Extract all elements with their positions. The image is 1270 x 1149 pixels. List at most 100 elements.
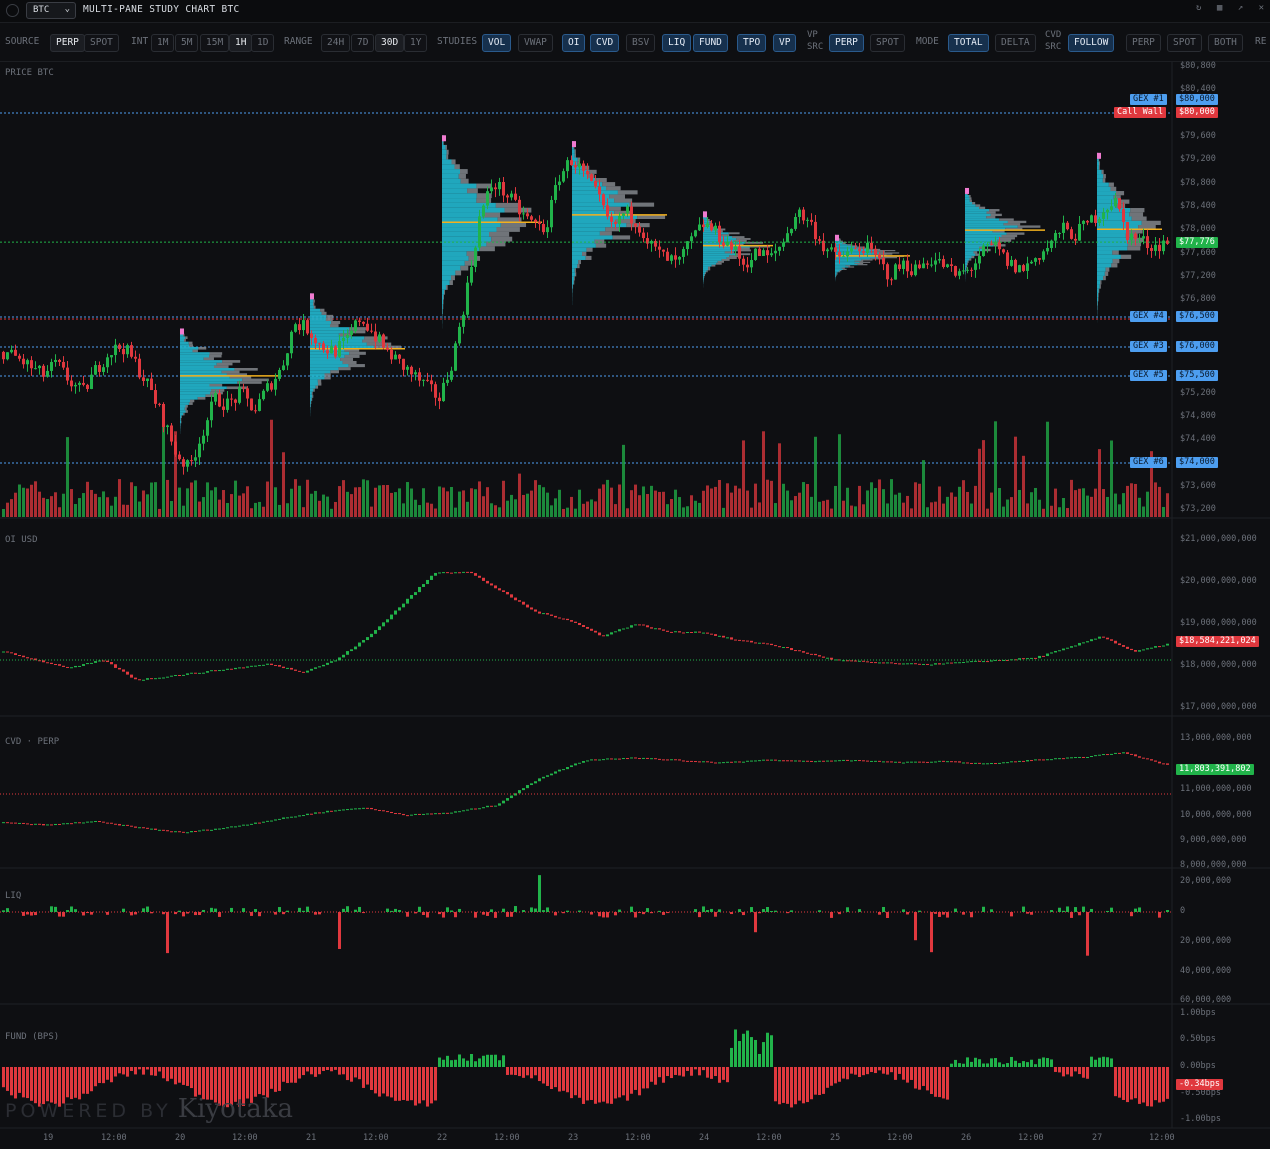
- candle-body: [266, 383, 269, 391]
- funding-bar: [674, 1067, 677, 1075]
- funding-bar: [794, 1067, 797, 1105]
- volume-bar: [682, 507, 685, 517]
- candle-body: [642, 232, 645, 239]
- int-1d-button[interactable]: 1D: [251, 34, 275, 52]
- int-5m-button[interactable]: 5M: [175, 34, 199, 52]
- chart-canvas[interactable]: [0, 0, 1270, 1149]
- volume-profile-bar: [703, 264, 712, 267]
- study-oi-toggle[interactable]: OI: [562, 34, 586, 52]
- cvd-src-both-button[interactable]: BOTH: [1208, 34, 1243, 52]
- volume-profile-bar: [1098, 288, 1100, 293]
- study-vwap-toggle[interactable]: VWAP: [518, 34, 553, 52]
- range-24h-button[interactable]: 24H: [321, 34, 351, 52]
- volume-profile-bar: [572, 272, 575, 277]
- study-bsv-toggle[interactable]: BSV: [626, 34, 656, 52]
- oi-candle: [802, 651, 805, 653]
- layout-icon[interactable]: ▦: [1217, 3, 1222, 13]
- oi-candle: [510, 594, 513, 598]
- int-15m-button[interactable]: 15M: [200, 34, 230, 52]
- funding-bar: [1106, 1057, 1109, 1067]
- oi-candle: [1062, 648, 1065, 651]
- source-perp-button[interactable]: PERP: [50, 34, 85, 52]
- vp-src-perp-button[interactable]: PERP: [829, 34, 864, 52]
- range-1y-button[interactable]: 1Y: [404, 34, 428, 52]
- volume-bar: [426, 502, 429, 517]
- volume-profile-bar: [324, 373, 331, 377]
- cvd-src-spot-button[interactable]: SPOT: [1167, 34, 1202, 52]
- candle-body: [1114, 198, 1117, 207]
- cvd-candle: [1062, 758, 1065, 760]
- symbol-select[interactable]: BTC ⌄: [26, 2, 76, 19]
- volume-bar: [294, 479, 297, 517]
- int-1h-button[interactable]: 1H: [229, 34, 253, 52]
- volume-bar: [490, 503, 493, 517]
- candle-body: [702, 224, 705, 228]
- volume-profile-bar: [442, 164, 455, 170]
- funding-bar: [946, 1067, 949, 1100]
- cvd-candle: [618, 758, 621, 760]
- funding-bar: [1166, 1067, 1169, 1099]
- volume-profile-bar: [594, 239, 605, 244]
- liq-bar: [954, 908, 957, 912]
- liq-bar: [1062, 910, 1065, 912]
- vp-src-spot-button[interactable]: SPOT: [870, 34, 905, 52]
- funding-bar: [462, 1058, 465, 1067]
- volume-profile-bar: [442, 231, 490, 237]
- study-vp-toggle[interactable]: VP: [773, 34, 797, 52]
- volume-profile-bar: [180, 420, 181, 424]
- volume-profile-bar: [211, 389, 225, 392]
- funding-bar: [338, 1067, 341, 1075]
- study-fund-toggle[interactable]: FUND: [693, 34, 728, 52]
- tpo-marker: [180, 328, 184, 335]
- cvd-candle: [6, 822, 9, 824]
- oi-candle: [282, 666, 285, 669]
- oi-candle: [162, 677, 165, 679]
- powered-by-watermark: POWERED BY Kiyotaka: [5, 1094, 293, 1124]
- expand-icon[interactable]: ↗: [1238, 3, 1243, 13]
- volume-bar: [614, 504, 617, 517]
- study-cvd-toggle[interactable]: CVD: [590, 34, 620, 52]
- volume-profile-bar: [180, 404, 186, 408]
- oi-candle: [390, 614, 393, 620]
- funding-bar: [434, 1067, 437, 1101]
- cvd-candle: [130, 825, 133, 827]
- volume-profile-bar: [310, 308, 321, 312]
- volume-profile-bar: [835, 258, 871, 260]
- oi-candle: [434, 572, 437, 576]
- volume-bar: [86, 481, 89, 517]
- cvd-candle: [378, 809, 381, 811]
- volume-profile-bar: [1007, 220, 1027, 224]
- cvd-src-follow-button[interactable]: FOLLOW: [1068, 34, 1115, 52]
- close-icon[interactable]: ✕: [1259, 3, 1264, 13]
- volume-profile-bar: [965, 220, 1008, 224]
- liq-bar: [1090, 908, 1093, 912]
- volume-profile-bar: [180, 412, 184, 416]
- volume-bar: [286, 503, 289, 517]
- refresh-icon[interactable]: ↻: [1196, 3, 1201, 13]
- volume-profile-bar: [965, 202, 973, 205]
- cvd-src-re-button[interactable]: RE: [1255, 34, 1266, 50]
- liq-bar: [830, 912, 833, 918]
- mode-delta-button[interactable]: DELTA: [995, 34, 1036, 52]
- volume-profile-bar: [711, 264, 716, 267]
- candle-body: [70, 380, 73, 387]
- oi-tick: $20,000,000,000: [1180, 576, 1257, 586]
- oi-candle: [478, 575, 481, 578]
- cvd-candle: [478, 808, 481, 810]
- mode-total-button[interactable]: TOTAL: [948, 34, 989, 52]
- cvd-candle: [638, 758, 641, 760]
- oi-candle: [74, 665, 77, 668]
- study-tpo-toggle[interactable]: TPO: [737, 34, 767, 52]
- oi-candle: [646, 625, 649, 628]
- range-7d-button[interactable]: 7D: [351, 34, 375, 52]
- oi-candle: [574, 621, 577, 623]
- source-spot-button[interactable]: SPOT: [84, 34, 119, 52]
- oi-candle: [662, 629, 665, 631]
- candle-body: [734, 246, 737, 250]
- range-30d-button[interactable]: 30D: [375, 34, 405, 52]
- volume-profile-bar: [835, 250, 878, 252]
- cvd-src-perp-button[interactable]: PERP: [1126, 34, 1161, 52]
- study-liq-toggle[interactable]: LIQ: [662, 34, 692, 52]
- study-vol-toggle[interactable]: VOL: [482, 34, 512, 52]
- int-1m-button[interactable]: 1M: [151, 34, 175, 52]
